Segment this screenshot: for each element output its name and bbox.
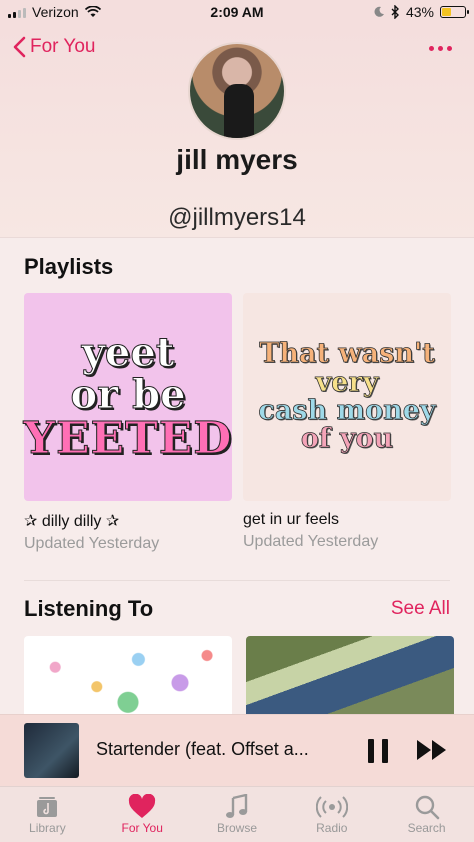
see-all-link[interactable]: See All <box>391 598 450 620</box>
tab-label: For You <box>121 821 163 835</box>
tab-label: Browse <box>216 821 257 835</box>
battery-fill <box>442 8 452 16</box>
mini-player[interactable]: Startender (feat. Offset a... <box>0 714 474 786</box>
playlist-updated: Updated Yesterday <box>243 533 379 550</box>
cover-text: or be <box>70 370 186 418</box>
now-playing-art[interactable] <box>24 723 79 778</box>
tab-search[interactable]: Search <box>379 787 474 842</box>
cover-text: of you <box>300 423 394 455</box>
tab-radio[interactable]: Radio <box>284 787 379 842</box>
next-track-icon[interactable] <box>416 739 448 761</box>
cover-text: cash money <box>258 395 436 426</box>
playlist-title[interactable]: ✰ dilly dilly ✰ <box>24 511 232 531</box>
cover-text: very <box>315 366 379 398</box>
moon-icon <box>374 6 384 17</box>
back-label: For You <box>30 36 96 57</box>
cover-text: yeet <box>81 328 175 376</box>
status-bar: Verizon 2:09 AM 43% <box>0 0 474 24</box>
music-note-icon <box>225 794 248 818</box>
playlist-card[interactable]: yeet or be YEETED ✰ dilly dilly ✰ Update… <box>23 293 233 553</box>
tab-label: Radio <box>316 821 348 835</box>
more-options-button[interactable] <box>429 46 452 51</box>
album-art[interactable] <box>246 636 454 714</box>
tab-for-you[interactable]: For You <box>95 787 190 842</box>
tab-library[interactable]: Library <box>0 787 95 842</box>
album-art[interactable] <box>24 636 232 714</box>
search-icon <box>415 795 439 820</box>
battery-icon <box>440 6 469 18</box>
playlist-card[interactable]: That wasn't very cash money of you get i… <box>243 293 451 551</box>
now-playing-title[interactable]: Startender (feat. Offset a... <box>96 739 336 760</box>
bluetooth-icon <box>391 5 399 19</box>
profile-name: jill myers <box>176 144 298 175</box>
avatar <box>188 42 286 140</box>
battery-percent: 43% <box>405 4 434 20</box>
playlists-heading: Playlists <box>24 254 114 279</box>
profile-handle: @jillmyers14 <box>168 204 306 231</box>
cover-text: That wasn't <box>259 338 435 370</box>
playlist-cover[interactable]: yeet or be YEETED <box>23 293 233 501</box>
profile-header: For You jill myers @jillmyers14 <box>0 24 474 238</box>
tab-label: Search <box>407 821 446 835</box>
playlist-title[interactable]: get in ur feels <box>243 511 451 529</box>
chevron-left-icon <box>13 36 26 58</box>
heart-icon <box>129 794 156 818</box>
tab-browse[interactable]: Browse <box>190 787 285 842</box>
listening-heading: Listening To <box>24 596 154 621</box>
back-button[interactable]: For You <box>12 36 96 58</box>
playlist-cover[interactable]: That wasn't very cash money of you <box>243 293 451 501</box>
pause-button[interactable] <box>368 739 388 763</box>
status-right: 43% <box>373 4 469 20</box>
library-icon <box>37 797 58 817</box>
playlist-updated: Updated Yesterday <box>24 535 160 552</box>
section-divider <box>24 580 450 581</box>
cover-text: YEETED <box>23 412 233 464</box>
tab-label: Library <box>29 821 66 835</box>
tab-bar: Library For You Browse Radio Search <box>0 786 474 842</box>
radio-icon <box>315 796 348 818</box>
